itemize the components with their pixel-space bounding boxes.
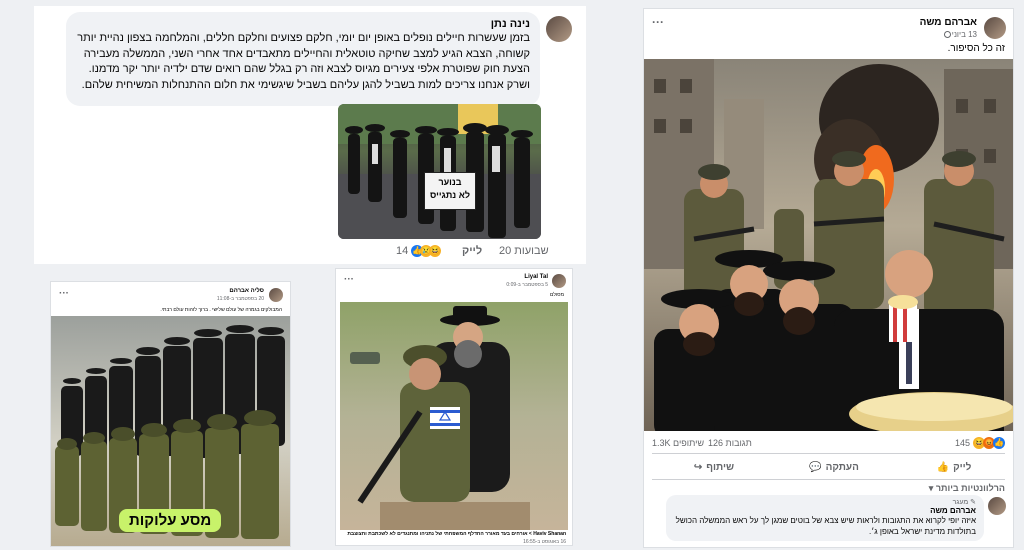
copy-button[interactable]: 💬 העתקה: [794, 458, 874, 476]
sort-dropdown[interactable]: הרלוונטיות ביותר ▾: [929, 483, 1005, 494]
comment-text: בזמן שעשרות חיילים נופלים באופן יום יומי…: [77, 32, 530, 91]
reaction-summary[interactable]: 14 👍 😢 😆: [396, 244, 442, 258]
leeches-label: מסע עלוקות: [119, 509, 222, 532]
post-author[interactable]: סליה אברהם: [229, 288, 264, 294]
post-bottom-left: ··· סליה אברהם 20 בספטמבר ב-11:08 המבולק…: [50, 281, 291, 547]
reaction-summary[interactable]: 😆 😡 👍 145: [955, 437, 1005, 449]
pencil-icon: ✎: [970, 499, 976, 506]
post-date[interactable]: 5 בספטמבר ב-0:09: [506, 282, 548, 288]
badge-label: מעגר: [952, 499, 969, 506]
haha-reaction-icon: 😆: [429, 245, 442, 257]
post-left: נינה נתן בזמן שעשרות חיילים נופלים באופן…: [34, 6, 586, 264]
share-label: שיתוף: [706, 461, 735, 473]
war-popcorn-image[interactable]: [644, 59, 1013, 431]
post-date[interactable]: 20 בספטמבר ב-11:08: [217, 296, 264, 302]
author-avatar[interactable]: [552, 274, 566, 288]
author-avatar[interactable]: [546, 16, 572, 42]
chevron-down-icon: ▾: [928, 483, 934, 493]
shared-date[interactable]: 16 באוגוסט ב-16:55: [523, 539, 566, 545]
comment-bubble: ✎ מעגר אברהם משה איזה יופי לקרוא את התגו…: [666, 495, 984, 541]
post-caption: המבולקים בגמרה של עולם שלישי . ברוך לזהו…: [160, 307, 282, 313]
soldier-carrying-man-illustration: [350, 306, 530, 530]
globe-icon: [944, 31, 951, 38]
like-reaction-icon: 👍: [993, 437, 1005, 449]
author-avatar[interactable]: [269, 288, 283, 302]
soldier-carry-image[interactable]: [340, 302, 568, 530]
post-date[interactable]: 13 ביוני: [952, 30, 977, 39]
post-caption: זה כל הסיפור.: [947, 43, 1005, 54]
copy-label: העתקה: [825, 461, 859, 473]
comment-badge: ✎ מעגר: [674, 498, 976, 506]
like-icon: 👍: [936, 461, 950, 473]
divider: [652, 479, 1005, 480]
more-icon[interactable]: ···: [59, 288, 69, 299]
post-author[interactable]: Liyal Tal: [524, 274, 548, 280]
comment-time[interactable]: 20 שבועות: [499, 245, 549, 257]
shares-count[interactable]: 1.3K שיתופים: [652, 438, 704, 448]
protest-image[interactable]: בנוער לא נתגייס: [338, 104, 541, 239]
sort-label: הרלוונטיות ביותר: [935, 483, 1005, 493]
comments-count[interactable]: 126 תגובות: [708, 438, 752, 448]
post-bottom-middle: ··· Liyal Tal 5 בספטמבר ב-0:09 מסולם Hav…: [335, 268, 573, 546]
like-label: לייק: [953, 461, 972, 473]
share-button[interactable]: ↪ שיתוף: [674, 458, 754, 476]
comment-bubble: נינה נתן בזמן שעשרות חיילים נופלים באופן…: [66, 12, 540, 106]
commenter-avatar[interactable]: [988, 497, 1006, 515]
share-icon: ↪: [693, 461, 703, 473]
comment-icon: 💬: [809, 461, 822, 473]
reactions-count: 145: [954, 438, 970, 448]
reaction-count: 14: [396, 245, 409, 257]
comment-text: איזה יופי לקרוא את התגובות ולראות שיש צב…: [675, 516, 976, 536]
more-icon[interactable]: ···: [344, 274, 354, 285]
post-author[interactable]: אברהם משה: [920, 17, 977, 28]
post-caption: מסולם: [550, 292, 564, 298]
leeches-image[interactable]: מסע עלוקות: [51, 316, 290, 546]
comment-author[interactable]: נינה נתן: [76, 18, 530, 30]
more-icon[interactable]: ···: [652, 15, 664, 29]
author-avatar[interactable]: [984, 17, 1006, 39]
post-right: אברהם משה 13 ביוני ··· זה כל הסיפור. 😆 😡…: [643, 8, 1014, 548]
like-button[interactable]: 👍 לייק: [914, 458, 994, 476]
shared-from[interactable]: Haviv Shanan > אורחים בעד מאורר החדלף המ…: [338, 531, 566, 537]
like-link[interactable]: לייק: [462, 245, 482, 257]
protest-sign: בנוער לא נתגייס: [424, 172, 476, 210]
comment-author[interactable]: אברהם משה: [674, 506, 976, 515]
divider: [652, 453, 1005, 454]
war-scene-illustration: [644, 59, 1013, 431]
